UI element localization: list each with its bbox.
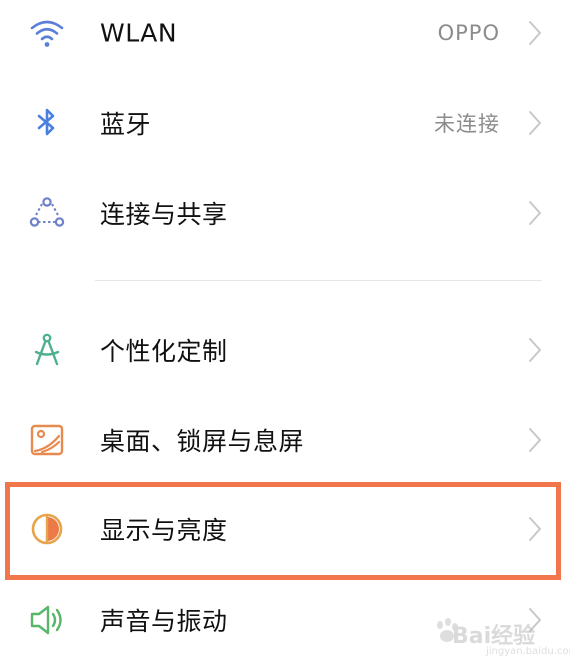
- chevron-right-icon: [528, 516, 542, 542]
- settings-item-wlan[interactable]: WLAN OPPO: [0, 0, 570, 78]
- chevron-right-icon: [528, 427, 542, 453]
- settings-item-value: OPPO: [437, 21, 500, 45]
- settings-item-display-brightness[interactable]: 显示与亮度: [0, 484, 570, 574]
- chevron-right-icon: [528, 20, 542, 46]
- settings-item-bluetooth[interactable]: 蓝牙 未连接: [0, 78, 570, 168]
- settings-item-label: 蓝牙: [100, 110, 152, 139]
- wallpaper-icon: [28, 421, 66, 459]
- connection-share-icon: [28, 194, 66, 232]
- settings-item-personalization[interactable]: 个性化定制: [0, 305, 570, 395]
- section-divider: [95, 280, 542, 281]
- settings-item-label: 个性化定制: [100, 337, 228, 366]
- settings-item-label: 显示与亮度: [100, 516, 228, 545]
- settings-item-label: 连接与共享: [100, 200, 228, 229]
- settings-item-connection-share[interactable]: 连接与共享: [0, 168, 570, 258]
- wifi-icon: [28, 14, 66, 52]
- chevron-right-icon: [528, 337, 542, 363]
- settings-item-desktop-lockscreen[interactable]: 桌面、锁屏与息屏: [0, 395, 570, 485]
- watermark-subtext: jingyan.baidu.com: [486, 646, 570, 657]
- speaker-icon: [28, 601, 66, 639]
- chevron-right-icon: [528, 200, 542, 226]
- compass-icon: [28, 331, 66, 369]
- settings-item-label: 桌面、锁屏与息屏: [100, 427, 305, 456]
- chevron-right-icon: [528, 110, 542, 136]
- brightness-icon: [28, 510, 66, 548]
- baidu-jingyan-watermark: Bai经验 jingyan.baidu.com: [432, 608, 570, 660]
- settings-list: WLAN OPPO 蓝牙 未连接 连接与共享 个性化定制 桌面、锁屏与息屏 显示…: [0, 0, 570, 664]
- settings-item-label: WLAN: [100, 18, 178, 48]
- settings-item-value: 未连接: [434, 112, 500, 136]
- settings-item-label: 声音与振动: [100, 607, 228, 636]
- bluetooth-icon: [28, 104, 66, 142]
